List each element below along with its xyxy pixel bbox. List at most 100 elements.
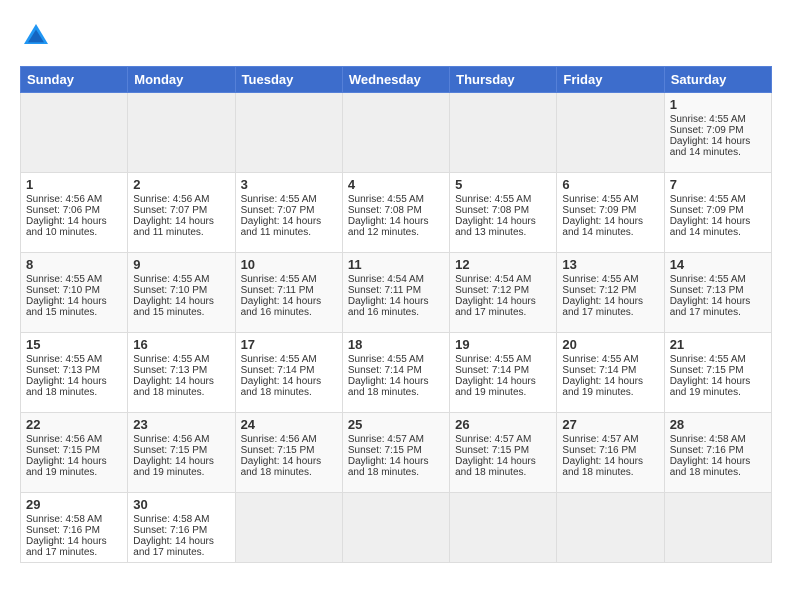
sunrise-text: Sunrise: 4:56 AM: [133, 194, 209, 205]
calendar-cell: [235, 493, 342, 563]
calendar-cell: [342, 493, 449, 563]
daylight-text: Daylight: 14 hours and 11 minutes.: [133, 216, 214, 238]
daylight-text: Daylight: 14 hours and 14 minutes.: [670, 216, 751, 238]
day-number: 12: [455, 257, 551, 272]
day-number: 25: [348, 417, 444, 432]
sunset-text: Sunset: 7:07 PM: [241, 205, 315, 216]
sunrise-text: Sunrise: 4:55 AM: [670, 114, 746, 125]
sunrise-text: Sunrise: 4:56 AM: [133, 434, 209, 445]
calendar-header-wednesday: Wednesday: [342, 67, 449, 93]
sunrise-text: Sunrise: 4:56 AM: [26, 194, 102, 205]
sunrise-text: Sunrise: 4:54 AM: [348, 274, 424, 285]
daylight-text: Daylight: 14 hours and 17 minutes.: [133, 536, 214, 558]
calendar-cell: 8 Sunrise: 4:55 AM Sunset: 7:10 PM Dayli…: [21, 253, 128, 333]
calendar-cell: [450, 493, 557, 563]
daylight-text: Daylight: 14 hours and 17 minutes.: [26, 536, 107, 558]
calendar-cell: [557, 93, 664, 173]
calendar-cell: 13 Sunrise: 4:55 AM Sunset: 7:12 PM Dayl…: [557, 253, 664, 333]
day-number: 20: [562, 337, 658, 352]
sunset-text: Sunset: 7:07 PM: [133, 205, 207, 216]
daylight-text: Daylight: 14 hours and 18 minutes.: [241, 456, 322, 478]
sunset-text: Sunset: 7:16 PM: [562, 445, 636, 456]
calendar-cell: 23 Sunrise: 4:56 AM Sunset: 7:15 PM Dayl…: [128, 413, 235, 493]
sunset-text: Sunset: 7:11 PM: [241, 285, 314, 296]
daylight-text: Daylight: 14 hours and 18 minutes.: [455, 456, 536, 478]
day-number: 14: [670, 257, 766, 272]
sunset-text: Sunset: 7:15 PM: [670, 365, 744, 376]
sunset-text: Sunset: 7:10 PM: [26, 285, 100, 296]
daylight-text: Daylight: 14 hours and 19 minutes.: [133, 456, 214, 478]
day-number: 8: [26, 257, 122, 272]
daylight-text: Daylight: 14 hours and 13 minutes.: [455, 216, 536, 238]
daylight-text: Daylight: 14 hours and 17 minutes.: [562, 296, 643, 318]
daylight-text: Daylight: 14 hours and 14 minutes.: [670, 136, 751, 158]
daylight-text: Daylight: 14 hours and 18 minutes.: [348, 456, 429, 478]
calendar-week-2: 1 Sunrise: 4:56 AM Sunset: 7:06 PM Dayli…: [21, 173, 772, 253]
day-number: 28: [670, 417, 766, 432]
daylight-text: Daylight: 14 hours and 11 minutes.: [241, 216, 322, 238]
sunset-text: Sunset: 7:15 PM: [348, 445, 422, 456]
daylight-text: Daylight: 14 hours and 18 minutes.: [562, 456, 643, 478]
calendar-cell: [21, 93, 128, 173]
calendar-cell: [557, 493, 664, 563]
calendar-header-row: SundayMondayTuesdayWednesdayThursdayFrid…: [21, 67, 772, 93]
day-number: 26: [455, 417, 551, 432]
calendar-cell: [342, 93, 449, 173]
daylight-text: Daylight: 14 hours and 14 minutes.: [562, 216, 643, 238]
day-number: 1: [670, 97, 766, 112]
daylight-text: Daylight: 14 hours and 12 minutes.: [348, 216, 429, 238]
daylight-text: Daylight: 14 hours and 16 minutes.: [241, 296, 322, 318]
calendar-cell: 6 Sunrise: 4:55 AM Sunset: 7:09 PM Dayli…: [557, 173, 664, 253]
sunset-text: Sunset: 7:14 PM: [562, 365, 636, 376]
calendar-header-thursday: Thursday: [450, 67, 557, 93]
sunset-text: Sunset: 7:08 PM: [455, 205, 529, 216]
calendar-cell: 1 Sunrise: 4:56 AM Sunset: 7:06 PM Dayli…: [21, 173, 128, 253]
sunrise-text: Sunrise: 4:55 AM: [348, 194, 424, 205]
calendar-cell: 19 Sunrise: 4:55 AM Sunset: 7:14 PM Dayl…: [450, 333, 557, 413]
calendar-cell: 25 Sunrise: 4:57 AM Sunset: 7:15 PM Dayl…: [342, 413, 449, 493]
calendar-header-monday: Monday: [128, 67, 235, 93]
day-number: 24: [241, 417, 337, 432]
day-number: 15: [26, 337, 122, 352]
calendar-cell: [664, 493, 771, 563]
sunset-text: Sunset: 7:16 PM: [26, 525, 100, 536]
calendar-cell: 11 Sunrise: 4:54 AM Sunset: 7:11 PM Dayl…: [342, 253, 449, 333]
calendar-cell: 9 Sunrise: 4:55 AM Sunset: 7:10 PM Dayli…: [128, 253, 235, 333]
sunrise-text: Sunrise: 4:55 AM: [455, 194, 531, 205]
header: [20, 20, 772, 52]
calendar-cell: 21 Sunrise: 4:55 AM Sunset: 7:15 PM Dayl…: [664, 333, 771, 413]
sunrise-text: Sunrise: 4:55 AM: [133, 354, 209, 365]
calendar-week-6: 29 Sunrise: 4:58 AM Sunset: 7:16 PM Dayl…: [21, 493, 772, 563]
daylight-text: Daylight: 14 hours and 19 minutes.: [455, 376, 536, 398]
sunrise-text: Sunrise: 4:55 AM: [26, 354, 102, 365]
calendar-header-friday: Friday: [557, 67, 664, 93]
day-number: 29: [26, 497, 122, 512]
calendar-cell: 1 Sunrise: 4:55 AM Sunset: 7:09 PM Dayli…: [664, 93, 771, 173]
sunset-text: Sunset: 7:15 PM: [455, 445, 529, 456]
calendar-cell: 17 Sunrise: 4:55 AM Sunset: 7:14 PM Dayl…: [235, 333, 342, 413]
daylight-text: Daylight: 14 hours and 18 minutes.: [26, 376, 107, 398]
sunset-text: Sunset: 7:14 PM: [455, 365, 529, 376]
sunrise-text: Sunrise: 4:58 AM: [133, 514, 209, 525]
sunrise-text: Sunrise: 4:54 AM: [455, 274, 531, 285]
calendar-cell: 28 Sunrise: 4:58 AM Sunset: 7:16 PM Dayl…: [664, 413, 771, 493]
calendar-cell: 29 Sunrise: 4:58 AM Sunset: 7:16 PM Dayl…: [21, 493, 128, 563]
sunrise-text: Sunrise: 4:55 AM: [133, 274, 209, 285]
calendar-cell: 18 Sunrise: 4:55 AM Sunset: 7:14 PM Dayl…: [342, 333, 449, 413]
daylight-text: Daylight: 14 hours and 15 minutes.: [133, 296, 214, 318]
day-number: 30: [133, 497, 229, 512]
daylight-text: Daylight: 14 hours and 16 minutes.: [348, 296, 429, 318]
sunrise-text: Sunrise: 4:55 AM: [241, 194, 317, 205]
sunrise-text: Sunrise: 4:55 AM: [241, 354, 317, 365]
sunset-text: Sunset: 7:15 PM: [26, 445, 100, 456]
day-number: 4: [348, 177, 444, 192]
day-number: 2: [133, 177, 229, 192]
sunrise-text: Sunrise: 4:55 AM: [670, 194, 746, 205]
calendar-header-sunday: Sunday: [21, 67, 128, 93]
logo-icon: [20, 20, 52, 52]
day-number: 3: [241, 177, 337, 192]
calendar-cell: 15 Sunrise: 4:55 AM Sunset: 7:13 PM Dayl…: [21, 333, 128, 413]
day-number: 9: [133, 257, 229, 272]
calendar-header-saturday: Saturday: [664, 67, 771, 93]
sunset-text: Sunset: 7:14 PM: [348, 365, 422, 376]
